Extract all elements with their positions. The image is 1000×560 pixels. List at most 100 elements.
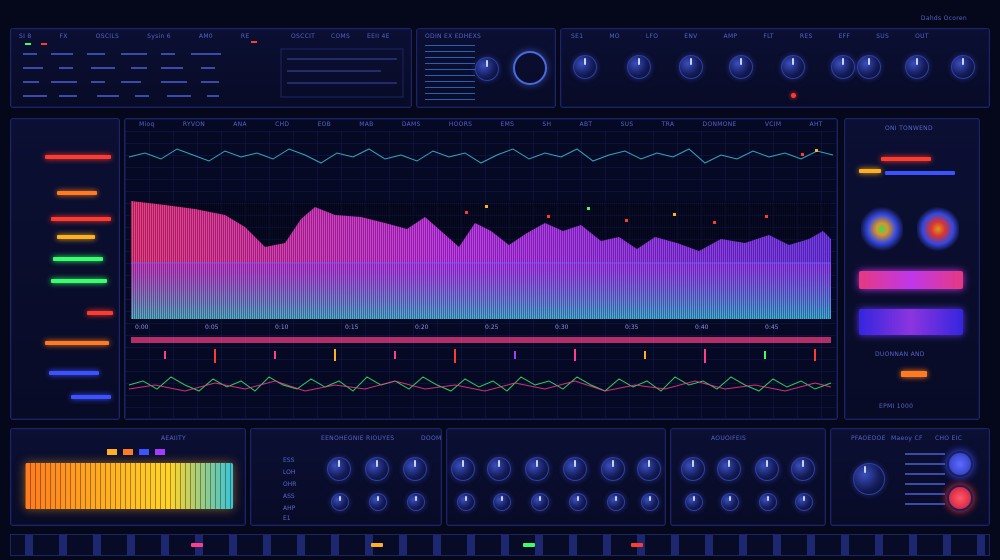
strip-buttons bbox=[11, 535, 989, 555]
right-panel-sublabel: DUONNAN AND bbox=[875, 351, 925, 358]
purple-display bbox=[859, 309, 963, 335]
bottom-knob-b5[interactable] bbox=[601, 457, 625, 481]
far-right-label-1: PFAOEOOE bbox=[851, 435, 886, 442]
left-meter-strip bbox=[10, 118, 120, 420]
master-panel: PFAOEOOE Maeoy CF CHO EIC bbox=[830, 428, 990, 526]
bottom-knob-c7[interactable] bbox=[759, 493, 777, 511]
bottom-knob-b6[interactable] bbox=[637, 457, 661, 481]
right-status-panel: ONI TONWEND DUONNAN AND EPMI 1000 bbox=[844, 118, 980, 420]
top-knob-5[interactable] bbox=[781, 55, 805, 79]
right-header: Dahds Ocoren bbox=[920, 15, 967, 22]
bottom-knob-c1[interactable] bbox=[681, 457, 705, 481]
top-left-panel: SI 8 FX OSCILS Sysin 6 AM0 RE OSCCIT COM… bbox=[10, 28, 412, 108]
top-knob-8[interactable] bbox=[905, 55, 929, 79]
blue-record-button[interactable] bbox=[947, 451, 973, 477]
bottom-knob-b2[interactable] bbox=[487, 457, 511, 481]
indicator-led bbox=[107, 449, 117, 455]
bottom-knob-a4[interactable] bbox=[331, 493, 349, 511]
blue-meter bbox=[49, 371, 99, 375]
timecode: 0:25 bbox=[485, 324, 499, 331]
strip-led bbox=[371, 543, 383, 547]
bottom-knob-c8[interactable] bbox=[795, 493, 813, 511]
bottom-knob-b10[interactable] bbox=[569, 493, 587, 511]
bottom-knob-a2[interactable] bbox=[365, 457, 389, 481]
parameter-grid bbox=[23, 41, 404, 98]
pink-display bbox=[859, 271, 963, 289]
red-meter-2 bbox=[51, 217, 111, 221]
bottom-knob-a1[interactable] bbox=[327, 457, 351, 481]
timecode: 0:00 bbox=[135, 324, 149, 331]
knob-header-label: FLT bbox=[763, 33, 774, 40]
oscillator-title: ODIN EX EDHEXS bbox=[425, 33, 482, 40]
timecode: 0:30 bbox=[555, 324, 569, 331]
bottom-knob-c6[interactable] bbox=[721, 493, 739, 511]
knob-header-label: AMP bbox=[723, 33, 738, 40]
osc-lines bbox=[425, 45, 475, 103]
top-knob-7[interactable] bbox=[857, 55, 881, 79]
eq-title: AEAIITY bbox=[161, 435, 186, 442]
top-knob-1[interactable] bbox=[573, 55, 597, 79]
row-label: ESS bbox=[283, 457, 295, 464]
bottom-knob-a5[interactable] bbox=[369, 493, 387, 511]
knob-header-label: SE1 bbox=[571, 33, 584, 40]
knob-header-label: RES bbox=[799, 33, 813, 40]
scope-right bbox=[917, 205, 959, 253]
amber-meter bbox=[57, 235, 95, 239]
far-right-label-3: CHO EIC bbox=[935, 435, 963, 442]
row-label: ASS bbox=[283, 493, 295, 500]
bottom-knob-b3[interactable] bbox=[525, 457, 549, 481]
bottom-knob-c4[interactable] bbox=[791, 457, 815, 481]
top-knob-3[interactable] bbox=[679, 55, 703, 79]
mid-header-1: OSCCIT bbox=[291, 33, 316, 40]
mid-title-2: DOOM bbox=[421, 435, 442, 442]
bottom-knob-panel-1: EENOHEGNIE RIOUYES DOOM ESS LOH OHR ASS … bbox=[250, 428, 442, 526]
red-meter bbox=[45, 155, 111, 159]
bottom-knob-c5[interactable] bbox=[685, 493, 703, 511]
red-indicator-led bbox=[791, 93, 796, 98]
bottom-knob-b7[interactable] bbox=[457, 493, 475, 511]
master-knob[interactable] bbox=[853, 463, 885, 495]
bottom-knob-b4[interactable] bbox=[563, 457, 587, 481]
master-lines bbox=[905, 453, 945, 513]
red-stop-button[interactable] bbox=[947, 485, 973, 511]
bottom-knob-c3[interactable] bbox=[755, 457, 779, 481]
scope-left bbox=[861, 205, 903, 253]
green-meter-2 bbox=[51, 279, 107, 283]
bottom-knob-b9[interactable] bbox=[531, 493, 549, 511]
orange-meter bbox=[57, 191, 97, 195]
eq-meter-panel: AEAIITY bbox=[10, 428, 246, 526]
knob-header-label: ENV bbox=[684, 33, 698, 40]
knob-header-label: MO bbox=[609, 33, 620, 40]
bottom-knob-b12[interactable] bbox=[641, 493, 659, 511]
bottom-knob-c2[interactable] bbox=[717, 457, 741, 481]
eq-indicator-leds bbox=[107, 449, 165, 455]
spectrum-graphics: 0:00 0:05 0:10 0:15 0:20 0:25 0:30 0:35 … bbox=[125, 131, 837, 419]
top-knob-9[interactable] bbox=[951, 55, 975, 79]
top-knob-6[interactable] bbox=[831, 55, 855, 79]
top-knob-2[interactable] bbox=[627, 55, 651, 79]
strip-led bbox=[631, 543, 643, 547]
right-panel-header: ONI TONWEND bbox=[885, 125, 933, 132]
row-label: LOH bbox=[283, 469, 296, 476]
bottom-knob-b1[interactable] bbox=[451, 457, 475, 481]
strip-led bbox=[523, 543, 535, 547]
oscillator-panel: ODIN EX EDHEXS bbox=[416, 28, 556, 108]
row-label: AHP bbox=[283, 505, 296, 512]
knob-bank-top: SE1 MO LFO ENV AMP FLT RES EFF SUS OUT D… bbox=[560, 15, 990, 108]
bottom-knob-a3[interactable] bbox=[403, 457, 427, 481]
bottom-knob-b11[interactable] bbox=[607, 493, 625, 511]
blue-status-led bbox=[885, 171, 955, 175]
level-meter bbox=[25, 463, 233, 509]
osc-wheel[interactable] bbox=[513, 51, 547, 85]
right-title: AOUOIFEIS bbox=[711, 435, 747, 442]
level-meter-ticks bbox=[25, 463, 233, 509]
row-label: E1 bbox=[283, 515, 291, 522]
far-right-label-2: Maeoy CF bbox=[891, 435, 923, 442]
timecode: 0:10 bbox=[275, 324, 289, 331]
green-meter bbox=[53, 257, 103, 261]
top-knob-4[interactable] bbox=[729, 55, 753, 79]
osc-knob-1[interactable] bbox=[475, 57, 499, 81]
timecode: 0:35 bbox=[625, 324, 639, 331]
bottom-knob-a6[interactable] bbox=[407, 493, 425, 511]
bottom-knob-b8[interactable] bbox=[493, 493, 511, 511]
